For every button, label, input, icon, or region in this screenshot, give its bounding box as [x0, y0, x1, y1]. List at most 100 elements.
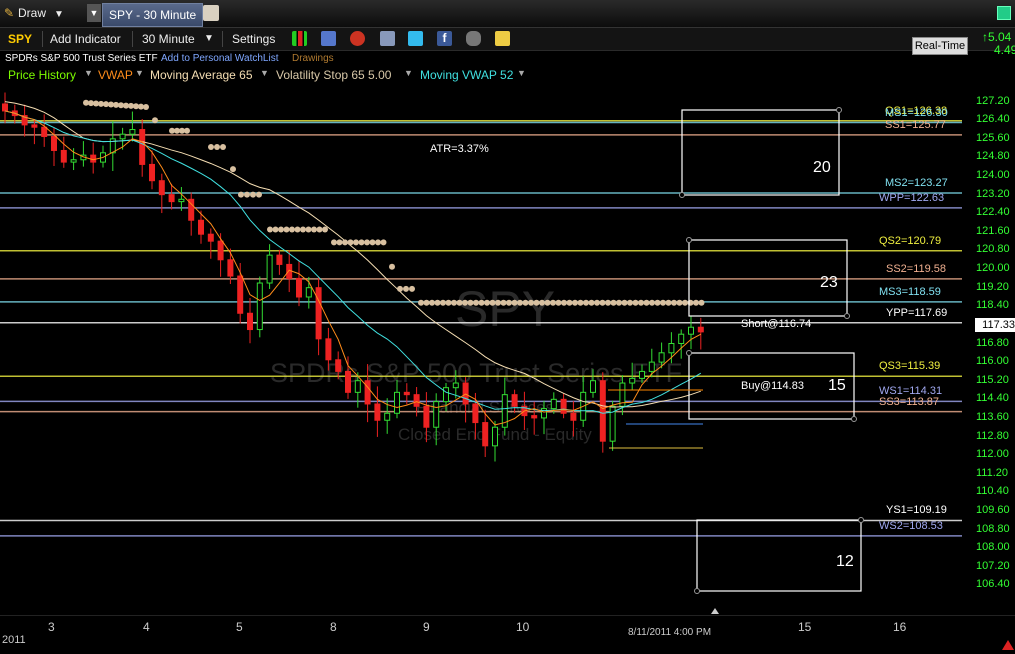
- candle-body[interactable]: [511, 394, 518, 407]
- chevron-down-icon[interactable]: ▼: [54, 9, 64, 20]
- chevron-down-icon[interactable]: ▼: [260, 68, 269, 78]
- candle-body[interactable]: [227, 259, 234, 277]
- add-to-watchlist-link[interactable]: Add to Personal WatchList: [161, 53, 278, 64]
- drawings-link[interactable]: Drawings: [292, 53, 334, 64]
- candle-body[interactable]: [384, 412, 391, 421]
- candle-body[interactable]: [305, 287, 312, 298]
- candle-body[interactable]: [599, 380, 606, 442]
- candle-body[interactable]: [217, 240, 224, 261]
- scroll-marker-icon[interactable]: [711, 608, 719, 614]
- candle-body[interactable]: [570, 412, 577, 421]
- candle-body[interactable]: [256, 282, 263, 331]
- realtime-button[interactable]: Real-Time: [912, 37, 968, 55]
- warning-icon[interactable]: [1002, 640, 1014, 650]
- candle-body[interactable]: [658, 352, 665, 363]
- candle-body[interactable]: [345, 370, 351, 393]
- candle-body[interactable]: [139, 129, 146, 165]
- twitter-icon[interactable]: [408, 31, 423, 46]
- candle-body[interactable]: [403, 391, 410, 396]
- candle-body[interactable]: [482, 422, 489, 447]
- candle-body[interactable]: [374, 403, 381, 421]
- legend-price-history[interactable]: Price History: [8, 68, 76, 82]
- database-icon[interactable]: [380, 31, 395, 46]
- candle-body[interactable]: [237, 275, 244, 314]
- box-handle[interactable]: [851, 416, 857, 422]
- clipboard-icon[interactable]: [203, 5, 219, 21]
- candle-body[interactable]: [452, 382, 459, 389]
- candle-body[interactable]: [629, 377, 636, 384]
- candle-body[interactable]: [639, 370, 645, 379]
- candle-body[interactable]: [247, 312, 253, 331]
- candle-body[interactable]: [178, 198, 185, 203]
- candle-body[interactable]: [678, 333, 685, 345]
- candle-body[interactable]: [354, 380, 361, 393]
- candle-body[interactable]: [198, 219, 204, 235]
- candle-body[interactable]: [443, 387, 449, 403]
- settings-button[interactable]: Settings: [232, 31, 275, 47]
- candle-body[interactable]: [2, 103, 8, 112]
- bar-chart-icon[interactable]: [292, 31, 307, 46]
- candle-body[interactable]: [590, 380, 596, 393]
- box-handle[interactable]: [836, 107, 842, 113]
- draw-button[interactable]: ✎ Draw ▼: [4, 4, 64, 22]
- candle-body[interactable]: [472, 403, 479, 424]
- candle-body[interactable]: [296, 277, 302, 298]
- note-icon[interactable]: [495, 31, 510, 46]
- tab-spy-30-minute[interactable]: SPY - 30 Minute: [102, 3, 204, 27]
- candle-body[interactable]: [207, 233, 214, 242]
- candle-body[interactable]: [462, 382, 469, 405]
- camera-icon[interactable]: [466, 31, 481, 46]
- add-indicator-button[interactable]: Add Indicator: [50, 31, 121, 47]
- box-handle[interactable]: [858, 517, 864, 523]
- candle-body[interactable]: [149, 163, 155, 182]
- chevron-down-icon[interactable]: ▼: [84, 68, 93, 78]
- legend-moving-vwap-52[interactable]: Moving VWAP 52: [420, 68, 513, 82]
- legend-vwap[interactable]: VWAP: [98, 68, 133, 82]
- candle-body[interactable]: [60, 149, 67, 163]
- candle-body[interactable]: [129, 129, 136, 135]
- candle-body[interactable]: [51, 136, 57, 151]
- candle-body[interactable]: [168, 194, 175, 203]
- candle-body[interactable]: [413, 394, 420, 407]
- box-handle[interactable]: [686, 237, 692, 243]
- tab-menu-icon[interactable]: ▼: [87, 4, 101, 22]
- facebook-icon[interactable]: f: [437, 31, 452, 46]
- candle-body[interactable]: [531, 415, 538, 419]
- candle-body[interactable]: [668, 343, 675, 354]
- chevron-down-icon[interactable]: ▼: [135, 68, 144, 78]
- box-handle[interactable]: [694, 588, 700, 594]
- symbol-input[interactable]: SPY: [8, 31, 32, 47]
- candle-body[interactable]: [70, 159, 77, 163]
- candle-body[interactable]: [688, 326, 694, 335]
- box-handle[interactable]: [686, 350, 692, 356]
- legend-moving-average-65[interactable]: Moving Average 65: [150, 68, 253, 82]
- candle-body[interactable]: [335, 359, 342, 372]
- candle-body[interactable]: [325, 338, 332, 361]
- candle-body[interactable]: [315, 287, 322, 340]
- candle-body[interactable]: [158, 180, 165, 196]
- candle-body[interactable]: [364, 380, 371, 405]
- interval-select[interactable]: 30 Minute: [142, 31, 195, 47]
- window-status-icon[interactable]: [997, 6, 1011, 20]
- candle-body[interactable]: [31, 124, 38, 128]
- candle-body[interactable]: [41, 126, 48, 138]
- candle-body[interactable]: [266, 254, 273, 284]
- price-chart[interactable]: [0, 82, 1015, 654]
- candle-body[interactable]: [423, 405, 430, 428]
- box-handle[interactable]: [679, 192, 685, 198]
- chevron-down-icon[interactable]: ▼: [404, 68, 413, 78]
- candle-body[interactable]: [492, 426, 498, 447]
- candle-body[interactable]: [648, 361, 655, 372]
- candle-body[interactable]: [90, 154, 97, 163]
- candle-body[interactable]: [276, 254, 283, 265]
- save-icon[interactable]: [321, 31, 336, 46]
- chevron-down-icon[interactable]: ▼: [204, 31, 214, 47]
- legend-volatility-stop[interactable]: Volatility Stop 65 5.00: [276, 68, 391, 82]
- candle-body[interactable]: [550, 398, 557, 410]
- candle-body[interactable]: [697, 326, 704, 333]
- candle-body[interactable]: [433, 401, 440, 428]
- chevron-down-icon[interactable]: ▼: [517, 68, 526, 78]
- candle-body[interactable]: [394, 391, 400, 414]
- box-handle[interactable]: [844, 313, 850, 319]
- candle-body[interactable]: [119, 133, 126, 140]
